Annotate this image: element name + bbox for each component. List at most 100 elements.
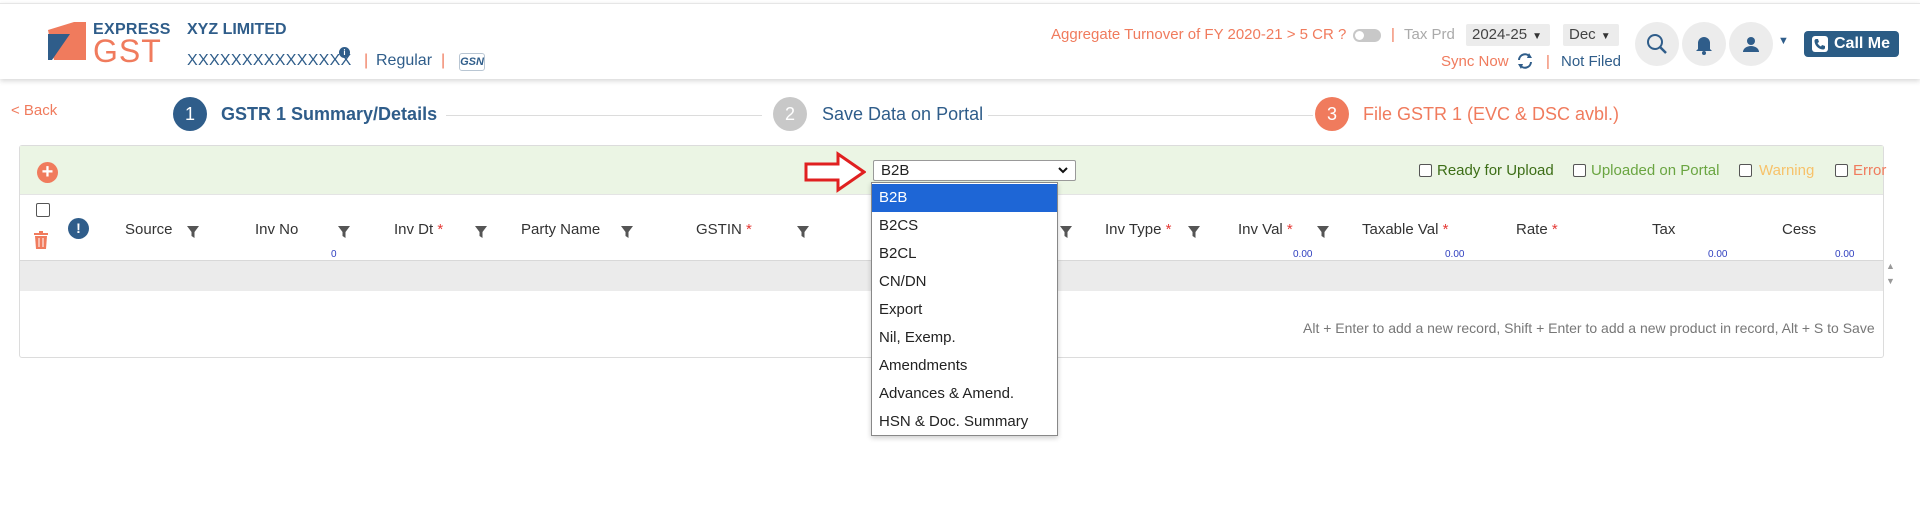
inv-type-label: Inv Type: [1105, 221, 1162, 238]
arrow-right-icon: [804, 151, 866, 193]
separator: |: [1546, 53, 1550, 70]
step-connector: [988, 115, 1313, 116]
notifications-button[interactable]: [1682, 22, 1726, 66]
dropdown-option[interactable]: HSN & Doc. Summary: [872, 408, 1057, 436]
trash-icon[interactable]: [33, 231, 49, 249]
gstin-label: GSTIN: [696, 221, 742, 238]
warning-label: Warning: [1759, 162, 1815, 179]
logo-text-bottom: GST: [93, 33, 162, 69]
inv-val-total: 0.00: [1293, 249, 1313, 260]
dropdown-option[interactable]: Advances & Amend.: [872, 380, 1057, 408]
dropdown-option[interactable]: B2CL: [872, 240, 1057, 268]
step-3-number: 3: [1315, 97, 1349, 131]
filter-icon[interactable]: [1060, 226, 1072, 238]
select-all-checkbox[interactable]: [36, 203, 50, 217]
back-link[interactable]: < Back: [11, 102, 57, 119]
filter-icon[interactable]: [797, 226, 809, 238]
step-3-label[interactable]: File GSTR 1 (EVC & DSC avbl.): [1363, 104, 1619, 125]
column-header-source: Source: [125, 221, 173, 238]
scroll-down-icon[interactable]: ▼: [1886, 276, 1895, 286]
step-2-number: 2: [773, 97, 807, 131]
scroll-up-icon[interactable]: ▲: [1886, 261, 1895, 271]
alert-icon: !: [68, 218, 89, 239]
uploaded-on-portal-label: Uploaded on Portal: [1591, 162, 1720, 179]
call-me-label: Call Me: [1834, 35, 1891, 52]
gstin-search-button[interactable]: [1635, 22, 1679, 66]
tax-total: 0.00: [1708, 249, 1728, 260]
step-2-label[interactable]: Save Data on Portal: [822, 104, 983, 125]
dropdown-option[interactable]: Amendments: [872, 352, 1057, 380]
caret-down-icon[interactable]: ▼: [1778, 35, 1789, 47]
step-connector: [446, 115, 762, 116]
gsn-badge[interactable]: GSN: [459, 53, 485, 71]
dropdown-option[interactable]: B2B: [872, 184, 1057, 212]
dropdown-option[interactable]: Export: [872, 296, 1057, 324]
step-1-label[interactable]: GSTR 1 Summary/Details: [221, 104, 437, 125]
phone-icon: [1812, 36, 1828, 52]
uploaded-on-portal-checkbox[interactable]: [1573, 164, 1586, 177]
month-select[interactable]: Dec ▼: [1563, 24, 1619, 46]
user-icon: [1743, 37, 1759, 52]
column-header-inv-no: Inv No: [255, 221, 299, 238]
express-gst-logo-icon: [48, 22, 86, 60]
app-header: EXPRESS GST XYZ LIMITED XXXXXXXXXXXXXXX …: [0, 3, 1920, 79]
company-gstin: XXXXXXXXXXXXXXX: [187, 52, 352, 69]
column-header-rate: Rate *: [1516, 221, 1558, 238]
column-header-cess: Cess: [1782, 221, 1817, 238]
filter-icon[interactable]: [475, 226, 487, 238]
caret-down-icon: ▼: [1532, 31, 1542, 42]
column-header-tax: Tax: [1652, 221, 1676, 238]
add-record-button[interactable]: +: [37, 162, 58, 183]
bell-icon: [1696, 37, 1712, 55]
aggregate-turnover-toggle[interactable]: [1353, 29, 1381, 42]
sync-now-link[interactable]: Sync Now: [1441, 53, 1509, 70]
keyboard-shortcuts-hint: Alt + Enter to add a new record, Shift +…: [1303, 320, 1875, 336]
required-mark: *: [1165, 221, 1172, 238]
required-mark: *: [746, 221, 752, 238]
required-mark: *: [1286, 221, 1293, 238]
taxable-val-total: 0.00: [1445, 249, 1465, 260]
warning-checkbox[interactable]: [1739, 164, 1752, 177]
sync-icon[interactable]: [1516, 52, 1534, 70]
filter-icon[interactable]: [338, 226, 350, 238]
return-type-value: B2B: [881, 162, 910, 179]
call-me-button[interactable]: Call Me: [1804, 31, 1899, 57]
info-icon[interactable]: i: [339, 47, 350, 58]
error-checkbox[interactable]: [1835, 164, 1848, 177]
inv-val-label: Inv Val: [1238, 221, 1283, 238]
return-type-dropdown: B2B B2CS B2CL CN/DN Export Nil, Exemp. A…: [871, 182, 1058, 436]
caret-down-icon: ▼: [1600, 31, 1611, 42]
ready-for-upload-checkbox[interactable]: [1419, 164, 1432, 177]
required-mark: *: [1551, 221, 1558, 238]
cess-total: 0.00: [1835, 249, 1855, 260]
filing-status: Not Filed: [1561, 53, 1622, 70]
registration-type: Regular: [376, 52, 433, 69]
step-1-number: 1: [173, 97, 207, 131]
dropdown-option[interactable]: Nil, Exemp.: [872, 324, 1057, 352]
company-name: XYZ LIMITED: [187, 21, 287, 38]
filter-icon[interactable]: [1317, 226, 1329, 238]
aggregate-turnover-label: Aggregate Turnover of FY 2020-21 > 5 CR …: [1051, 26, 1347, 43]
error-label: Error: [1853, 162, 1887, 179]
filter-icon[interactable]: [1188, 226, 1200, 238]
chevron-down-icon: [1058, 167, 1068, 174]
separator: |: [441, 52, 446, 69]
required-mark: *: [437, 221, 444, 238]
column-header-inv-type: Inv Type *: [1105, 221, 1171, 238]
column-header-inv-val: Inv Val *: [1238, 221, 1293, 238]
month-value: Dec: [1569, 26, 1596, 43]
filter-icon[interactable]: [621, 226, 633, 238]
search-icon: [1647, 34, 1667, 54]
filter-icon[interactable]: [187, 226, 199, 238]
taxable-val-label: Taxable Val: [1362, 221, 1439, 238]
return-type-select[interactable]: B2B: [873, 160, 1076, 181]
column-header-gstin: GSTIN *: [696, 221, 752, 238]
year-select[interactable]: 2024-25 ▼: [1466, 24, 1550, 46]
dropdown-option[interactable]: CN/DN: [872, 268, 1057, 296]
dropdown-option[interactable]: B2CS: [872, 212, 1057, 240]
user-menu-button[interactable]: [1729, 22, 1773, 66]
column-header-party-name: Party Name: [521, 221, 601, 238]
required-mark: *: [1442, 221, 1449, 238]
inv-dt-label: Inv Dt: [394, 221, 434, 238]
tax-period-label: Tax Prd: [1404, 26, 1455, 43]
